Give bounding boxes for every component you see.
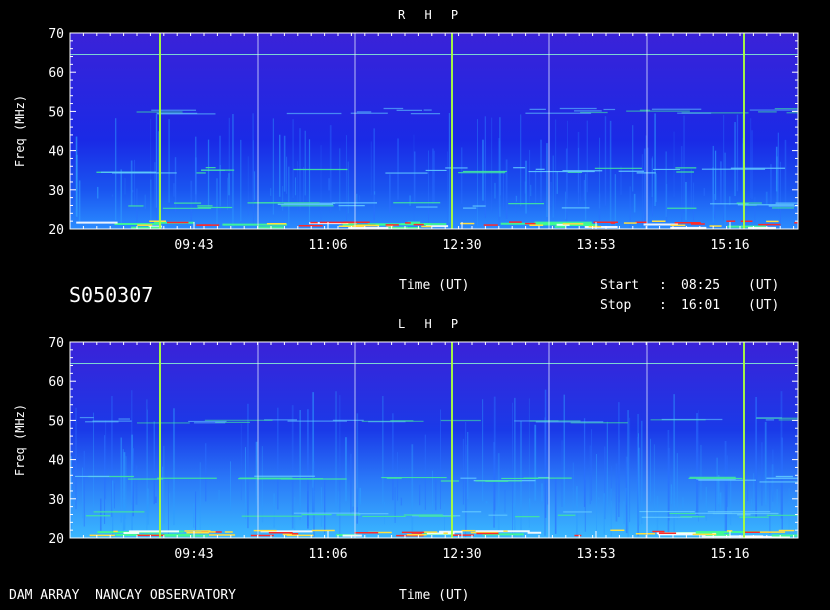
lhp-plot-area [70, 342, 798, 538]
lhp-title: L H P [398, 317, 465, 331]
lhp-ylabel: Freq (MHz) [13, 404, 27, 476]
lhp-xtick-label: 11:06 [308, 547, 347, 562]
rhp-xtick-label: 09:43 [174, 238, 213, 253]
start-unit: (UT) [748, 278, 780, 293]
date-code: S050307 [69, 283, 154, 307]
lhp-xtick-label: 15:16 [710, 547, 749, 562]
lhp-xtick-label: 12:30 [442, 547, 481, 562]
lhp-ytick-label: 70 [48, 336, 64, 351]
rhp-ytick-label: 20 [48, 223, 64, 238]
rhp-title: R H P [398, 8, 465, 22]
lhp-ytick-label: 20 [48, 532, 64, 547]
rhp-ytick-label: 30 [48, 184, 64, 199]
stop-value: 16:01 [681, 298, 721, 313]
rhp-ytick-label: 40 [48, 145, 64, 160]
lhp-ytick-label: 30 [48, 493, 64, 508]
time-axis-label-bottom: Time (UT) [399, 588, 470, 603]
stop-unit: (UT) [748, 298, 780, 313]
lhp-ytick-label: 50 [48, 414, 64, 429]
start-value: 08:25 [681, 278, 721, 293]
lhp-xtick-label: 13:53 [576, 547, 615, 562]
lhp-ytick-label: 60 [48, 375, 64, 390]
stop-label: Stop [600, 298, 632, 313]
rhp-ytick-label: 60 [48, 66, 64, 81]
rhp-xtick-label: 15:16 [710, 238, 749, 253]
rhp-panel: 20 30 40 50 60 70 Freq (MHz) 09:43 11:06 12:30 13:… [13, 27, 799, 253]
lhp-xtick-label: 09:43 [174, 547, 213, 562]
time-axis-label-top: Time (UT) [399, 278, 470, 293]
start-label: Start [600, 278, 640, 293]
rhp-ytick-label: 50 [48, 105, 64, 120]
lhp-ytick-label: 40 [48, 454, 64, 469]
observatory-label: DAM ARRAY NANCAY OBSERVATORY [9, 588, 236, 603]
lhp-panel: 20 30 40 50 60 70 Freq (MHz) 09:43 11:06 12:30 13:… [13, 336, 799, 562]
rhp-ytick-label: 70 [48, 27, 64, 42]
start-colon: : [659, 278, 667, 293]
rhp-xtick-label: 11:06 [308, 238, 347, 253]
stop-colon: : [659, 298, 667, 313]
rhp-ylabel: Freq (MHz) [13, 95, 27, 167]
rhp-xtick-label: 12:30 [442, 238, 481, 253]
rhp-xtick-label: 13:53 [576, 238, 615, 253]
